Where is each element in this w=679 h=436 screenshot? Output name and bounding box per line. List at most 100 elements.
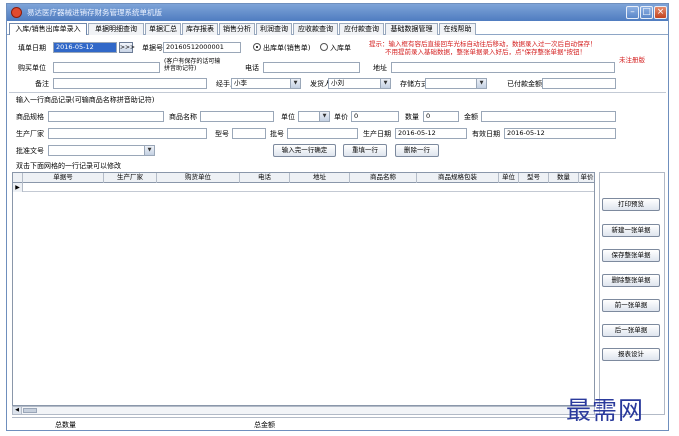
print-preview-button[interactable]: 打印预览 [602,198,660,211]
col-buyer[interactable]: 购货单位 [157,173,240,183]
tab-receivable[interactable]: 应收款查询 [293,23,338,35]
tab-detail-query[interactable]: 单据明细查询 [88,23,144,35]
confirm-row-button[interactable]: 输入完一行确定 [273,144,336,157]
tab-payable[interactable]: 应付款查询 [339,23,384,35]
tab-sales-analysis[interactable]: 销售分析 [219,23,255,35]
date-go-button[interactable]: >>> [119,42,135,53]
model-input[interactable] [232,128,266,139]
app-logo-icon [11,7,22,18]
col-spec-pack[interactable]: 商品规格包装 [417,173,499,183]
buyer-input[interactable] [53,62,160,73]
scroll-thumb[interactable] [23,408,37,413]
approval-label: 批准文号 [16,147,44,155]
qty-input[interactable]: 0 [423,111,459,122]
name-input[interactable] [200,111,274,122]
chevron-down-icon[interactable]: ▼ [476,79,486,88]
address-input[interactable] [391,62,615,73]
delete-document-button[interactable]: 删除整张单据 [602,274,660,287]
col-doc-no[interactable]: 单据号 [23,173,104,183]
paid-input[interactable] [542,78,616,89]
tab-base-data[interactable]: 基础数据管理 [385,23,438,35]
next-document-button[interactable]: 后一张单据 [602,324,660,337]
refill-row-button[interactable]: 重填一行 [343,144,387,157]
address-label: 地址 [373,64,387,72]
total-amount-label: 总金额 [254,421,275,429]
minimize-icon[interactable]: – [626,6,639,19]
qty-label: 数量 [405,113,419,121]
chevron-down-icon[interactable]: ▼ [290,79,300,88]
amount-input[interactable] [481,111,616,122]
col-unit[interactable]: 单位 [499,173,519,183]
scroll-left-icon[interactable]: ◀ [13,407,22,414]
chevron-down-icon[interactable]: ▼ [380,79,390,88]
totals-bar: 总数量 总金额 [12,417,595,429]
tab-profit-query[interactable]: 利润查询 [256,23,292,35]
delete-row-button[interactable]: 删除一行 [395,144,439,157]
previous-document-button[interactable]: 前一张单据 [602,299,660,312]
shipper-value: 小刘 [331,79,344,87]
col-maker[interactable]: 生产厂家 [104,173,157,183]
handler-select[interactable]: 小李 ▼ [231,78,301,89]
buyer-label: 购买单位 [18,64,46,72]
total-qty-label: 总数量 [55,421,76,429]
spec-label: 商品规格 [16,113,44,121]
close-icon[interactable]: × [654,6,667,19]
exp-date-input[interactable]: 2016-05-12 [504,128,616,139]
col-qty[interactable]: 数量 [549,173,579,183]
approval-select[interactable]: ▼ [48,145,155,156]
title-bar[interactable]: 易达医疗器械进销存财务管理系统单机版 – □ × [7,4,668,21]
grid-header: 单据号 生产厂家 购货单位 电话 地址 商品名称 商品规格包装 单位 型号 数量… [13,173,594,183]
storage-label: 存储方式 [400,80,428,88]
radio-out-order[interactable] [253,43,261,51]
tab-stock-report[interactable]: 库存报表 [182,23,218,35]
unit-label: 单位 [281,113,295,121]
save-document-button[interactable]: 保存整张单据 [602,249,660,262]
note-input[interactable] [53,78,207,89]
price-label: 单价 [334,113,348,121]
horizontal-scrollbar[interactable]: ◀ [12,406,595,415]
chevron-down-icon[interactable]: ▼ [144,146,154,155]
tab-online-help[interactable]: 在线帮助 [439,23,476,35]
amount-label: 金额 [464,113,478,121]
spec-input[interactable] [48,111,164,122]
mfg-date-label: 生产日期 [363,130,391,138]
doc-no-input[interactable]: 20160512000001 [163,42,241,53]
col-product-name[interactable]: 商品名称 [350,173,417,183]
col-price[interactable]: 单价 [579,173,595,183]
name-label: 商品名称 [169,113,197,121]
shipper-select[interactable]: 小刘 ▼ [328,78,391,89]
unregistered-note: 未注册版 [619,56,645,64]
table-row[interactable] [13,183,594,192]
buyer-hint: (客户有保存的话可输拼音助记符) [164,58,221,72]
report-design-button[interactable]: 报表设计 [602,348,660,361]
unit-select[interactable]: ▼ [298,111,330,122]
records-grid[interactable]: 单据号 生产厂家 购货单位 电话 地址 商品名称 商品规格包装 单位 型号 数量… [12,172,595,406]
maximize-icon[interactable]: □ [640,6,653,19]
storage-select[interactable]: ▼ [425,78,487,89]
phone-input[interactable] [263,62,360,73]
main-window: 易达医疗器械进销存财务管理系统单机版 – □ × 入库/销售出库单录入 单据明细… [6,3,669,431]
col-model[interactable]: 型号 [519,173,549,183]
date-input[interactable]: 2016-05-12 [53,42,117,53]
handler-value: 小李 [234,79,247,87]
grid-corner [13,173,23,183]
maker-input[interactable] [48,128,207,139]
tab-summary[interactable]: 单据汇总 [145,23,181,35]
new-document-button[interactable]: 新建一张单据 [602,224,660,237]
chevron-down-icon[interactable]: ▼ [319,112,329,121]
price-input[interactable]: 0 [351,111,399,122]
exp-date-label: 有效日期 [472,130,500,138]
phone-label: 电话 [245,64,259,72]
date-label: 填单日期 [18,44,46,52]
radio-in-order[interactable] [320,43,328,51]
grid-caption: 双击下面网格的一行记录可以修改 [16,162,121,170]
col-address[interactable]: 地址 [290,173,350,183]
batch-label: 批号 [270,130,284,138]
tab-entry[interactable]: 入库/销售出库单录入 [9,23,87,35]
mfg-date-input[interactable]: 2016-05-12 [395,128,467,139]
col-phone[interactable]: 电话 [240,173,290,183]
batch-input[interactable] [287,128,358,139]
model-label: 型号 [215,130,229,138]
note-label: 备注 [35,80,49,88]
watermark-text: 最需网 [566,396,645,425]
